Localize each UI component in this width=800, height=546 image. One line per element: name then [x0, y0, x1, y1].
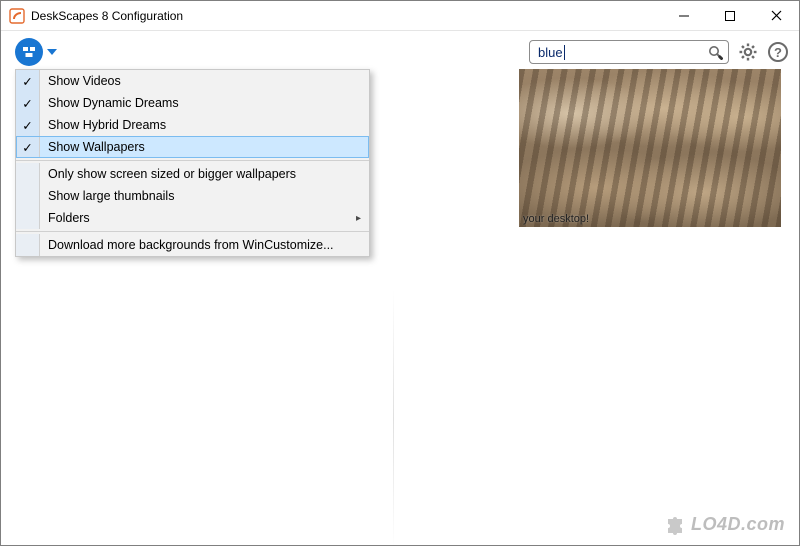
- menu-item-large-thumbnails[interactable]: Show large thumbnails: [16, 185, 369, 207]
- menu-item-show-wallpapers[interactable]: ✓ Show Wallpapers: [16, 136, 369, 158]
- check-icon: ✓: [16, 114, 40, 136]
- view-menu-dropdown: ✓ Show Videos ✓ Show Dynamic Dreams ✓ Sh…: [15, 69, 370, 257]
- app-window: DeskScapes 8 Configuration: [0, 0, 800, 546]
- watermark: LO4D.com: [665, 513, 785, 535]
- menu-item-show-hybrid-dreams[interactable]: ✓ Show Hybrid Dreams: [16, 114, 369, 136]
- menu-separator: [16, 231, 369, 232]
- menu-item-show-videos[interactable]: ✓ Show Videos: [16, 70, 369, 92]
- help-button[interactable]: ?: [767, 41, 789, 63]
- window-title: DeskScapes 8 Configuration: [31, 9, 661, 23]
- app-logo-icon: [15, 38, 43, 66]
- menu-item-label: Show Dynamic Dreams: [48, 96, 179, 110]
- menu-item-label: Show Wallpapers: [48, 140, 145, 154]
- chevron-right-icon: ▸: [356, 213, 361, 224]
- preview-caption: your desktop!: [523, 213, 589, 225]
- content-area: ✓ Show Videos ✓ Show Dynamic Dreams ✓ Sh…: [1, 69, 799, 545]
- close-button[interactable]: [753, 1, 799, 30]
- check-slot: [16, 185, 40, 207]
- menu-item-label: Show Hybrid Dreams: [48, 118, 166, 132]
- text-caret: [564, 45, 565, 60]
- search-input-text[interactable]: blue: [538, 45, 565, 60]
- check-slot: [16, 234, 40, 256]
- maximize-button[interactable]: [707, 1, 753, 30]
- check-icon: ✓: [16, 136, 40, 158]
- check-icon: ✓: [16, 70, 40, 92]
- puzzle-icon: [665, 513, 687, 535]
- menu-item-label: Show large thumbnails: [48, 189, 174, 203]
- minimize-button[interactable]: [661, 1, 707, 30]
- view-menu-button[interactable]: [15, 38, 57, 66]
- menu-item-show-dynamic-dreams[interactable]: ✓ Show Dynamic Dreams: [16, 92, 369, 114]
- menu-separator: [16, 160, 369, 161]
- window-controls: [661, 1, 799, 30]
- settings-button[interactable]: [737, 41, 759, 63]
- chevron-down-icon: [47, 49, 57, 55]
- preview-image: [519, 69, 781, 227]
- app-icon: [9, 8, 25, 24]
- panel-divider: [393, 289, 394, 546]
- menu-item-label: Show Videos: [48, 74, 121, 88]
- search-box[interactable]: blue: [529, 40, 729, 64]
- watermark-text: LO4D.com: [691, 514, 785, 535]
- toolbar: blue: [1, 31, 799, 69]
- menu-item-only-screen-sized[interactable]: Only show screen sized or bigger wallpap…: [16, 163, 369, 185]
- titlebar: DeskScapes 8 Configuration: [1, 1, 799, 31]
- check-slot: [16, 163, 40, 185]
- menu-item-label: Download more backgrounds from WinCustom…: [48, 238, 334, 252]
- wallpaper-preview[interactable]: your desktop!: [519, 69, 781, 227]
- menu-item-label: Folders: [48, 211, 356, 225]
- menu-item-folders[interactable]: Folders ▸: [16, 207, 369, 229]
- menu-item-download-wincustomize[interactable]: Download more backgrounds from WinCustom…: [16, 234, 369, 256]
- help-icon: ?: [768, 42, 788, 62]
- check-icon: ✓: [16, 92, 40, 114]
- search-button[interactable]: [706, 43, 724, 61]
- check-slot: [16, 207, 40, 229]
- menu-item-label: Only show screen sized or bigger wallpap…: [48, 167, 296, 181]
